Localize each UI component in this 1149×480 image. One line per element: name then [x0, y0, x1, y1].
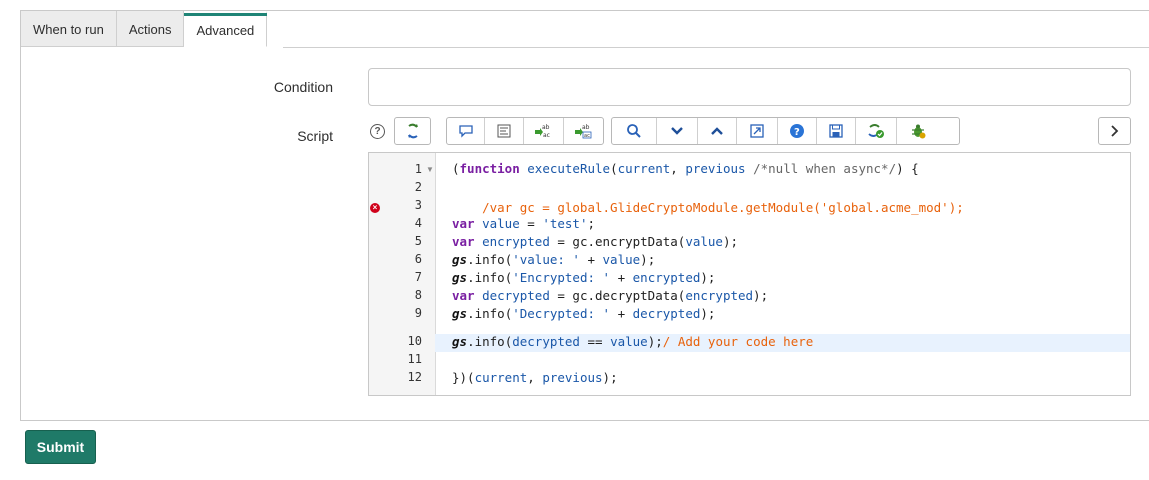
expand-right-button[interactable] — [1098, 117, 1131, 145]
save-icon — [829, 124, 843, 138]
svg-text:?: ? — [794, 127, 800, 138]
tools-toolbar-group: ? — [611, 117, 960, 145]
line-number: 2 — [414, 180, 422, 194]
fullscreen-button[interactable] — [737, 118, 778, 144]
syntax-check-icon — [868, 124, 884, 138]
syntax-check-button[interactable] — [856, 118, 897, 144]
line-number: 3 — [414, 198, 422, 212]
tab-actions[interactable]: Actions — [116, 11, 185, 47]
condition-input[interactable] — [368, 68, 1131, 106]
format-button[interactable] — [485, 118, 524, 144]
help-circle-button[interactable]: ? — [778, 118, 817, 144]
code-line: gs.info('Encrypted: ' + encrypted); — [452, 270, 716, 285]
line-number: 10 — [407, 334, 422, 348]
line-number: 12 — [407, 370, 422, 384]
code-line: var encrypted = gc.encryptData(value); — [452, 234, 739, 249]
svg-text:ac: ac — [584, 133, 590, 139]
edit-toolbar-group: ab ac ab ac — [446, 117, 604, 145]
fold-down-icon — [671, 127, 683, 135]
help-icon[interactable]: ? — [370, 124, 385, 139]
fold-down-button[interactable] — [657, 118, 698, 144]
comment-icon — [458, 125, 473, 138]
line-number: 9 — [414, 306, 422, 320]
code-line: })(current, previous); — [452, 370, 618, 385]
script-includes-button[interactable] — [394, 117, 431, 145]
line-number: 4 — [414, 216, 422, 230]
line-number: 6 — [414, 252, 422, 266]
format-icon — [497, 124, 511, 138]
tab-advanced[interactable]: Advanced — [184, 11, 268, 47]
code-line: var decrypted = gc.decryptData(encrypted… — [452, 288, 769, 303]
search-button[interactable] — [612, 118, 657, 144]
debug-button[interactable] — [897, 118, 939, 144]
code-line: gs.info(decrypted == value);/ Add your c… — [452, 334, 814, 349]
svg-text:ab: ab — [582, 124, 590, 131]
replace-icon: abac — [535, 124, 550, 139]
submit-button[interactable]: Submit — [25, 430, 96, 464]
replace-all-button[interactable]: ab ac — [564, 118, 603, 144]
replace-all-icon: ab ac — [575, 124, 592, 139]
svg-text:ac: ac — [543, 132, 550, 139]
script-label: Script — [297, 128, 333, 144]
code-line: gs.info('value: ' + value); — [452, 252, 656, 267]
fold-arrow-icon[interactable]: ▼ — [426, 165, 434, 174]
line-number: 11 — [407, 352, 422, 366]
code-line: gs.info('Decrypted: ' + decrypted); — [452, 306, 716, 321]
debug-icon — [912, 124, 926, 139]
search-icon — [627, 124, 641, 138]
fold-up-icon — [711, 127, 723, 135]
code-line: /var gc = global.GlideCryptoModule.getMo… — [452, 200, 964, 215]
save-button[interactable] — [817, 118, 856, 144]
tab-bar: When to run Actions Advanced — [21, 11, 268, 48]
svg-text:ab: ab — [542, 124, 550, 131]
line-number: 1 — [414, 162, 422, 176]
code-line: (function executeRule(current, previous … — [452, 161, 919, 176]
fold-up-button[interactable] — [698, 118, 737, 144]
line-number: 7 — [414, 270, 422, 284]
code-line: var value = 'test'; — [452, 216, 596, 231]
comment-button[interactable] — [447, 118, 486, 144]
fullscreen-icon — [750, 124, 764, 138]
script-editor[interactable]: 1 ▼ 2 × 3 4 5 6 7 8 9 10 11 12 (function… — [368, 152, 1131, 396]
script-includes-icon — [407, 123, 418, 139]
expand-right-icon — [1110, 125, 1118, 137]
help-circle-icon: ? — [790, 124, 804, 138]
line-number: 8 — [414, 288, 422, 302]
line-number: 5 — [414, 234, 422, 248]
condition-label: Condition — [273, 79, 333, 95]
tab-divider — [283, 47, 1149, 48]
tab-when-to-run[interactable]: When to run — [21, 11, 117, 47]
replace-button[interactable]: ab ac — [524, 118, 564, 144]
